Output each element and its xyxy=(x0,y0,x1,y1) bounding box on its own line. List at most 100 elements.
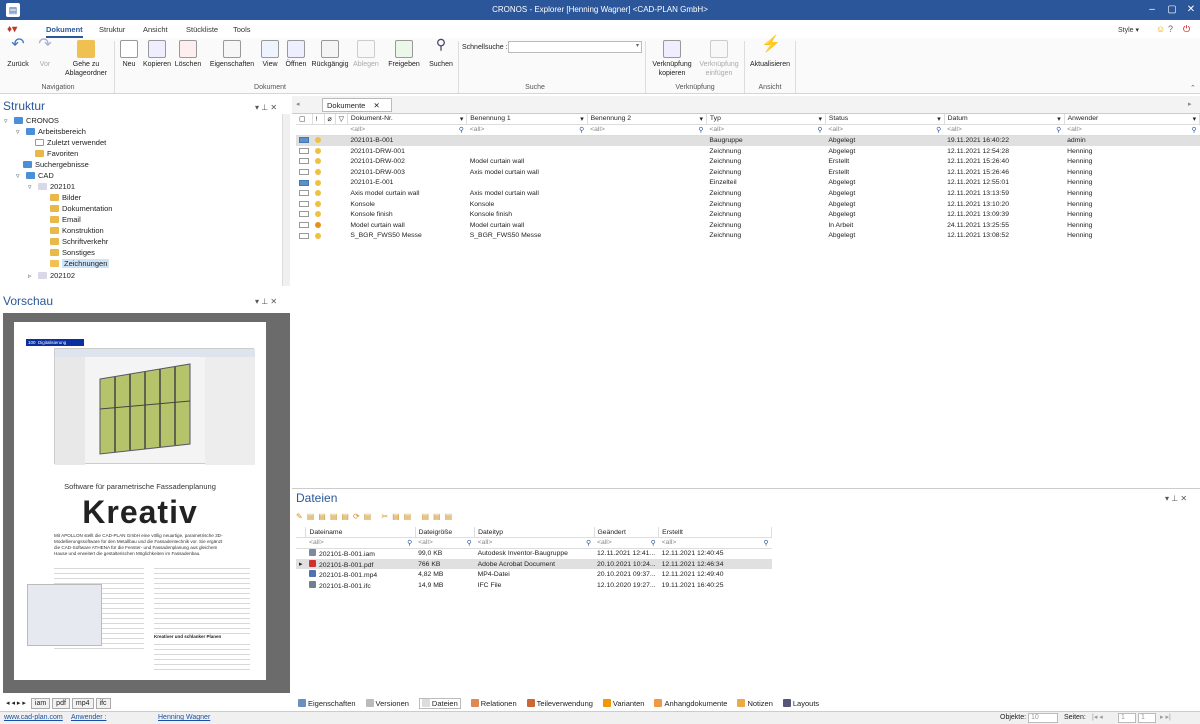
website-link[interactable]: www.cad-plan.com xyxy=(4,714,63,721)
tab-notizen[interactable]: Notizen xyxy=(737,699,773,708)
col-anwender[interactable]: Anwender ▾ xyxy=(1064,114,1200,125)
new-button[interactable]: Neu xyxy=(118,40,140,69)
filter-anwender[interactable]: <all> ⚲ xyxy=(1064,124,1200,136)
goto-folder-button[interactable]: Gehe zu Ablageordner xyxy=(62,40,110,78)
quicksearch-input[interactable]: ▾ xyxy=(508,41,642,53)
col-typ[interactable]: Typ ▾ xyxy=(706,114,826,125)
tree-node-zeichnungen[interactable]: Zeichnungen xyxy=(50,259,110,268)
col-dateityp[interactable]: Dateityp xyxy=(474,527,595,538)
tab-dokumente[interactable]: Dokumente ✕ xyxy=(322,98,392,112)
preview-viewer[interactable]: 100 Digitalisierung Software für paramet… xyxy=(3,313,290,693)
tree-node-favoriten[interactable]: Favoriten xyxy=(35,149,78,158)
col-geaendert[interactable]: Geändert xyxy=(594,527,660,538)
tab-relationen[interactable]: Relationen xyxy=(470,699,517,708)
tree-node-arbeitsbereich[interactable]: ▿ Arbeitsbereich xyxy=(16,127,86,136)
back-button[interactable]: ↶ Zurück xyxy=(5,37,31,69)
page-last-icon[interactable]: ▸ ▸| xyxy=(1160,713,1171,721)
collapse-ribbon-icon[interactable]: ⌃ xyxy=(1190,84,1196,92)
document-row[interactable]: Model curtain wall Model curtain wall Zeic… xyxy=(296,220,1200,231)
col-benennung2[interactable]: Benennung 2 ▾ xyxy=(587,114,707,125)
file-row[interactable]: 202101-B-001.ifc 14,9 MB IFC File 12.10.202… xyxy=(296,580,772,591)
close-button[interactable]: ✕ xyxy=(1184,3,1198,17)
page-first-icon[interactable]: |◂ ◂ xyxy=(1092,713,1103,721)
tab-versionen[interactable]: Versionen xyxy=(365,699,409,708)
preview-nav-icon[interactable]: ◂ ◂ ▸ ▸ xyxy=(3,698,29,708)
preview-tab-mp4[interactable]: mp4 xyxy=(71,698,94,709)
tree-node-zuletzt[interactable]: Zuletzt verwendet xyxy=(35,138,106,147)
struktur-pane-buttons[interactable]: ▾ ⊥ ✕ xyxy=(255,103,277,112)
tree-node-email[interactable]: Email xyxy=(50,215,81,224)
copy-button[interactable]: Kopieren xyxy=(142,40,172,69)
filter-dokument-nr[interactable]: <all> ⚲ xyxy=(347,124,467,136)
delete-button[interactable]: Löschen xyxy=(174,40,202,69)
tab-varianten[interactable]: Varianten xyxy=(602,699,644,708)
tree-node-cronos[interactable]: ▿ CRONOS xyxy=(4,116,59,125)
tab-ansicht[interactable]: Ansicht xyxy=(143,25,168,34)
tree-node-202101[interactable]: ▿ 202101 xyxy=(28,182,75,191)
minimize-button[interactable]: – xyxy=(1145,3,1159,17)
filter-dateigroesse[interactable]: <all> ⚲ xyxy=(415,537,475,549)
app-menu-icon[interactable]: ♦▾ xyxy=(7,24,17,35)
tree-node-202102[interactable]: ▹ 202102 xyxy=(28,271,75,280)
tree-node-dokumentation[interactable]: Dokumentation xyxy=(50,204,112,213)
document-row[interactable]: Konsole finish Konsole finish Zeichnung Abg… xyxy=(296,209,1200,220)
document-row[interactable]: 202101-E-001 Einzelteil Abgelegt 12.11.2021… xyxy=(296,178,1200,189)
filter-typ[interactable]: <all> ⚲ xyxy=(706,124,826,136)
scroll-left-icon[interactable]: ◂ xyxy=(296,100,300,108)
document-row[interactable]: Konsole Konsole Zeichnung Abgelegt 12.11.202… xyxy=(296,199,1200,210)
smiley-icon[interactable]: ☺ xyxy=(1156,24,1165,34)
release-button[interactable]: Freigeben xyxy=(386,40,422,69)
pane-splitter[interactable] xyxy=(292,488,1200,489)
tab-dateien[interactable]: Dateien xyxy=(418,697,461,709)
tree-node-cad[interactable]: ▿ CAD xyxy=(16,171,54,180)
tab-layouts[interactable]: Layouts xyxy=(782,699,819,708)
filter-status[interactable]: <all> ⚲ xyxy=(825,124,945,136)
col-datum[interactable]: Datum ▾ xyxy=(944,114,1065,125)
filter-benennung1[interactable]: <all> ⚲ xyxy=(466,124,588,136)
properties-button[interactable]: Eigenschaften xyxy=(208,40,256,69)
tab-anhangdokumente[interactable]: Anhangdokumente xyxy=(654,699,727,708)
col-status[interactable]: Status ▾ xyxy=(825,114,945,125)
col-attach[interactable]: ⌀ xyxy=(324,114,336,125)
file-row[interactable]: 202101-B-001.iam 99,0 KB Autodesk Inventor… xyxy=(296,548,772,559)
tab-tools[interactable]: Tools xyxy=(233,25,251,34)
file-row[interactable]: 202101-B-001.mp4 4,82 MB MP4-Datei 20.10.20… xyxy=(296,569,772,580)
maximize-button[interactable]: ▢ xyxy=(1165,3,1179,17)
file-row[interactable]: ▸ 202101-B-001.pdf 766 KB Adobe Acrobat Doc… xyxy=(296,558,772,570)
document-row[interactable]: 202101-DRW-003 Axis model curtain wall Zei… xyxy=(296,167,1200,178)
filter-dateityp[interactable]: <all> ⚲ xyxy=(474,537,595,549)
tree-node-bilder[interactable]: Bilder xyxy=(50,193,81,202)
col-dateigroesse[interactable]: Dateigröße xyxy=(415,527,476,538)
tab-teileverwendung[interactable]: Teileverwendung xyxy=(526,699,593,708)
dateien-pane-buttons[interactable]: ▾ ⊥ ✕ xyxy=(1165,494,1187,503)
filter-benennung2[interactable]: <all> ⚲ xyxy=(587,124,707,136)
tab-eigenschaften[interactable]: Eigenschaften xyxy=(298,699,356,708)
search-button[interactable]: ⚲ Suchen xyxy=(426,37,456,69)
filter-datum[interactable]: <all> ⚲ xyxy=(944,124,1065,136)
col-icon[interactable]: ▢ xyxy=(296,114,313,125)
power-icon[interactable]: ⏻ xyxy=(1183,24,1190,35)
col-benennung1[interactable]: Benennung 1 ▾ xyxy=(466,114,588,125)
help-icon[interactable]: ? xyxy=(1168,24,1173,34)
col-flag[interactable]: ! xyxy=(312,114,325,125)
scroll-right-icon[interactable]: ▸ xyxy=(1188,100,1192,108)
undo-checkout-button[interactable]: Rückgängig xyxy=(310,40,350,69)
filter-geaendert[interactable]: <all> ⚲ xyxy=(594,537,659,549)
document-row[interactable]: Axis model curtain wall Axis model curtai… xyxy=(296,188,1200,199)
document-row[interactable]: 202101-DRW-001 Zeichnung Abgelegt 12.11.202… xyxy=(296,146,1200,157)
dateien-toolbar[interactable]: ✎▤▤▤▤⟳▤ ✂▤▤ ▤▤▤ xyxy=(296,512,496,524)
preview-tab-iam[interactable]: iam xyxy=(30,698,51,709)
view-button[interactable]: View xyxy=(259,40,281,69)
document-row[interactable]: S_BGR_FWS50 Messe S_BGR_FWS50 Messe Zeichn… xyxy=(296,231,1200,242)
col-filter[interactable]: ▽ xyxy=(335,114,348,125)
document-row[interactable]: 202101-B-001 Baugruppe Abgelegt 19.11.2021 … xyxy=(296,135,1200,146)
col-dokument-nr[interactable]: Dokument-Nr. ▾ xyxy=(347,114,468,125)
close-tab-icon[interactable]: ✕ xyxy=(373,101,379,110)
preview-tab-ifc[interactable]: ifc xyxy=(95,698,111,709)
document-row[interactable]: 202101-DRW-002 Model curtain wall Zeichnun… xyxy=(296,156,1200,167)
tab-struktur[interactable]: Struktur xyxy=(99,25,125,34)
copy-link-button[interactable]: Verknüpfung kopieren xyxy=(648,40,696,78)
col-erstellt[interactable]: Erstellt xyxy=(658,527,772,538)
filter-erstellt[interactable]: <all> ⚲ xyxy=(658,537,772,549)
filter-dateiname[interactable]: <all> ⚲ xyxy=(305,537,416,549)
